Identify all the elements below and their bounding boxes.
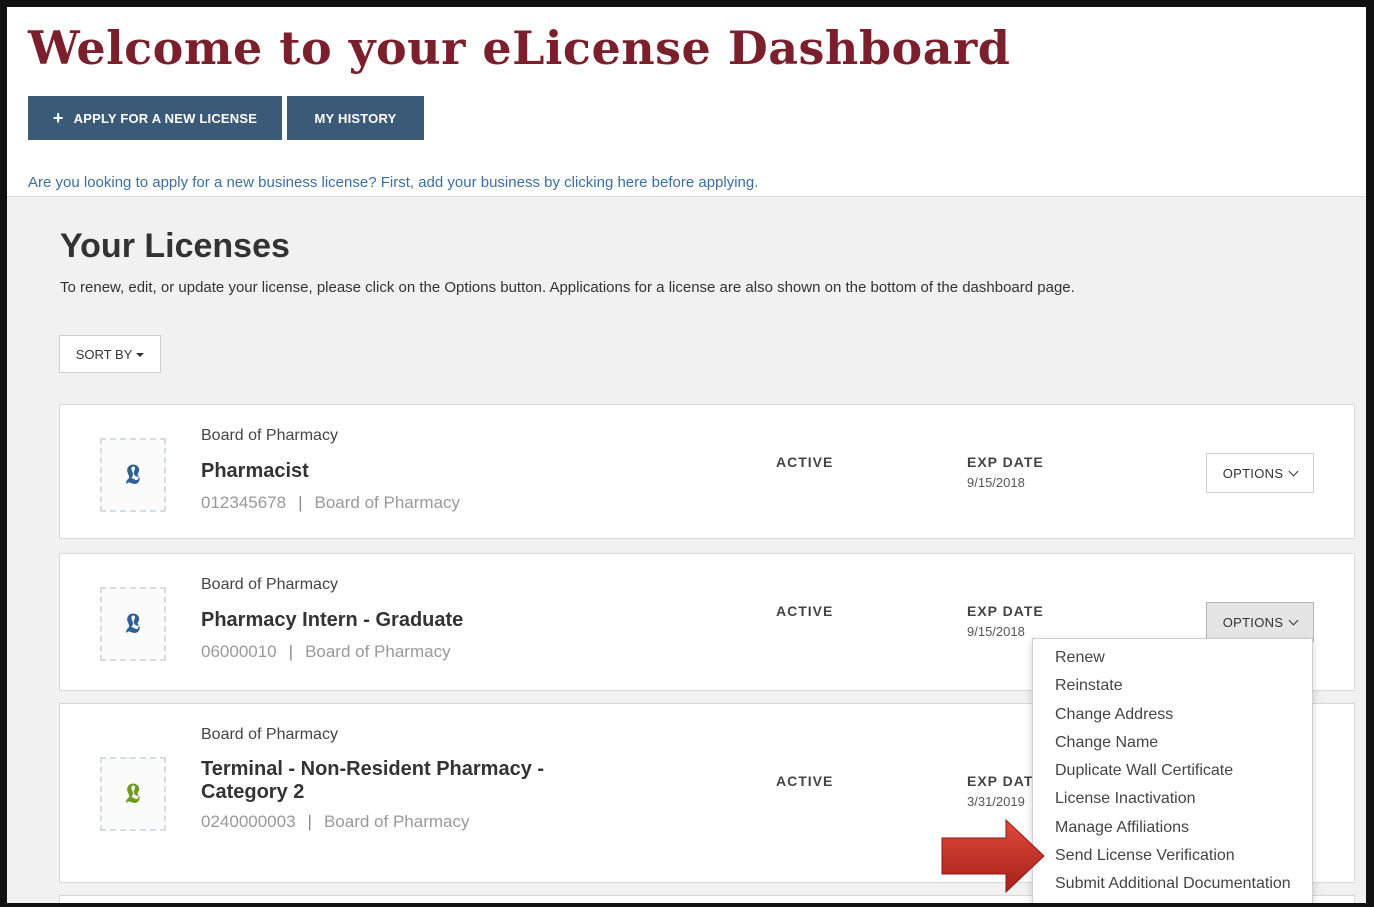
menu-item-manage-affiliations[interactable]: Manage Affiliations	[1033, 814, 1312, 842]
sort-by-label: SORT BY	[75, 346, 133, 362]
apply-new-license-button[interactable]: + APPLY FOR A NEW LICENSE	[28, 96, 282, 140]
license-board: Board of Pharmacy	[201, 726, 338, 743]
chevron-down-icon	[1288, 615, 1299, 625]
plus-icon: +	[52, 108, 64, 128]
exp-date-label: EXP DAT	[967, 773, 1034, 789]
red-arrow-icon	[941, 818, 1045, 894]
license-meta: 0240000003 | Board of Pharmacy	[201, 812, 469, 832]
options-button[interactable]: OPTIONS	[1206, 602, 1314, 642]
options-button[interactable]: OPTIONS	[1206, 453, 1314, 493]
menu-item-change-name[interactable]: Change Name	[1033, 729, 1312, 757]
license-status: ACTIVE	[776, 603, 834, 619]
menu-item-renew[interactable]: Renew	[1033, 644, 1312, 672]
license-meta: 06000010 | Board of Pharmacy	[201, 642, 451, 662]
license-card: 𝕷 Board of Pharmacy Pharmacist 012345678…	[59, 404, 1355, 539]
apply-new-license-label: APPLY FOR A NEW LICENSE	[73, 110, 258, 126]
dashboard-page: Welcome to your eLicense Dashboard + APP…	[7, 7, 1366, 903]
dashboard-header: Welcome to your eLicense Dashboard + APP…	[7, 7, 1366, 197]
license-title: Pharmacist	[201, 460, 309, 482]
sort-by-button[interactable]: SORT BY	[59, 335, 161, 373]
menu-item-reinstate[interactable]: Reinstate	[1033, 672, 1312, 700]
license-status: ACTIVE	[776, 454, 834, 470]
meta-separator: |	[298, 493, 303, 512]
caret-down-icon	[136, 353, 145, 357]
licenses-heading: Your Licenses	[60, 227, 290, 265]
menu-item-duplicate-wall-certificate[interactable]: Duplicate Wall Certificate	[1033, 757, 1312, 785]
license-number: 012345678	[201, 493, 287, 512]
my-history-button[interactable]: MY HISTORY	[287, 96, 424, 140]
license-seal-icon: 𝕷	[100, 587, 166, 661]
license-title: Terminal - Non-Resident Pharmacy - Categ…	[201, 758, 545, 803]
license-board: Board of Pharmacy	[201, 427, 338, 444]
license-number: 0240000003	[201, 812, 296, 831]
menu-item-license-inactivation[interactable]: License Inactivation	[1033, 785, 1312, 813]
exp-date-value: 9/15/2018	[967, 624, 1025, 639]
exp-date-value: 3/31/2019	[967, 794, 1025, 809]
options-label: OPTIONS	[1222, 465, 1284, 481]
options-label: OPTIONS	[1222, 614, 1284, 630]
license-board: Board of Pharmacy	[201, 576, 338, 593]
license-number: 06000010	[201, 642, 277, 661]
license-meta: 012345678 | Board of Pharmacy	[201, 493, 460, 513]
menu-item-change-address[interactable]: Change Address	[1033, 701, 1312, 729]
license-title: Pharmacy Intern - Graduate	[201, 609, 464, 631]
exp-date-value: 9/15/2018	[967, 475, 1025, 490]
page-title: Welcome to your eLicense Dashboard	[28, 21, 1011, 75]
exp-date-label: EXP DATE	[967, 454, 1044, 470]
license-seal-icon: 𝕷	[100, 438, 166, 512]
license-board-meta: Board of Pharmacy	[323, 812, 470, 831]
chevron-down-icon	[1288, 466, 1299, 476]
license-board-meta: Board of Pharmacy	[314, 493, 461, 512]
license-board-meta: Board of Pharmacy	[305, 642, 451, 661]
meta-separator: |	[288, 642, 294, 661]
menu-item-send-license-verification[interactable]: Send License Verification	[1033, 842, 1312, 870]
license-seal-icon: 𝕷	[100, 757, 166, 831]
add-business-link[interactable]: Are you looking to apply for a new busin…	[28, 174, 758, 191]
my-history-label: MY HISTORY	[314, 110, 397, 126]
meta-separator: |	[307, 812, 312, 831]
exp-date-label: EXP DATE	[967, 603, 1044, 619]
licenses-instructions: To renew, edit, or update your license, …	[60, 279, 1075, 296]
license-status: ACTIVE	[776, 773, 834, 789]
menu-item-submit-additional-documentation[interactable]: Submit Additional Documentation	[1033, 870, 1312, 898]
options-dropdown-menu: Renew Reinstate Change Address Change Na…	[1032, 638, 1313, 903]
